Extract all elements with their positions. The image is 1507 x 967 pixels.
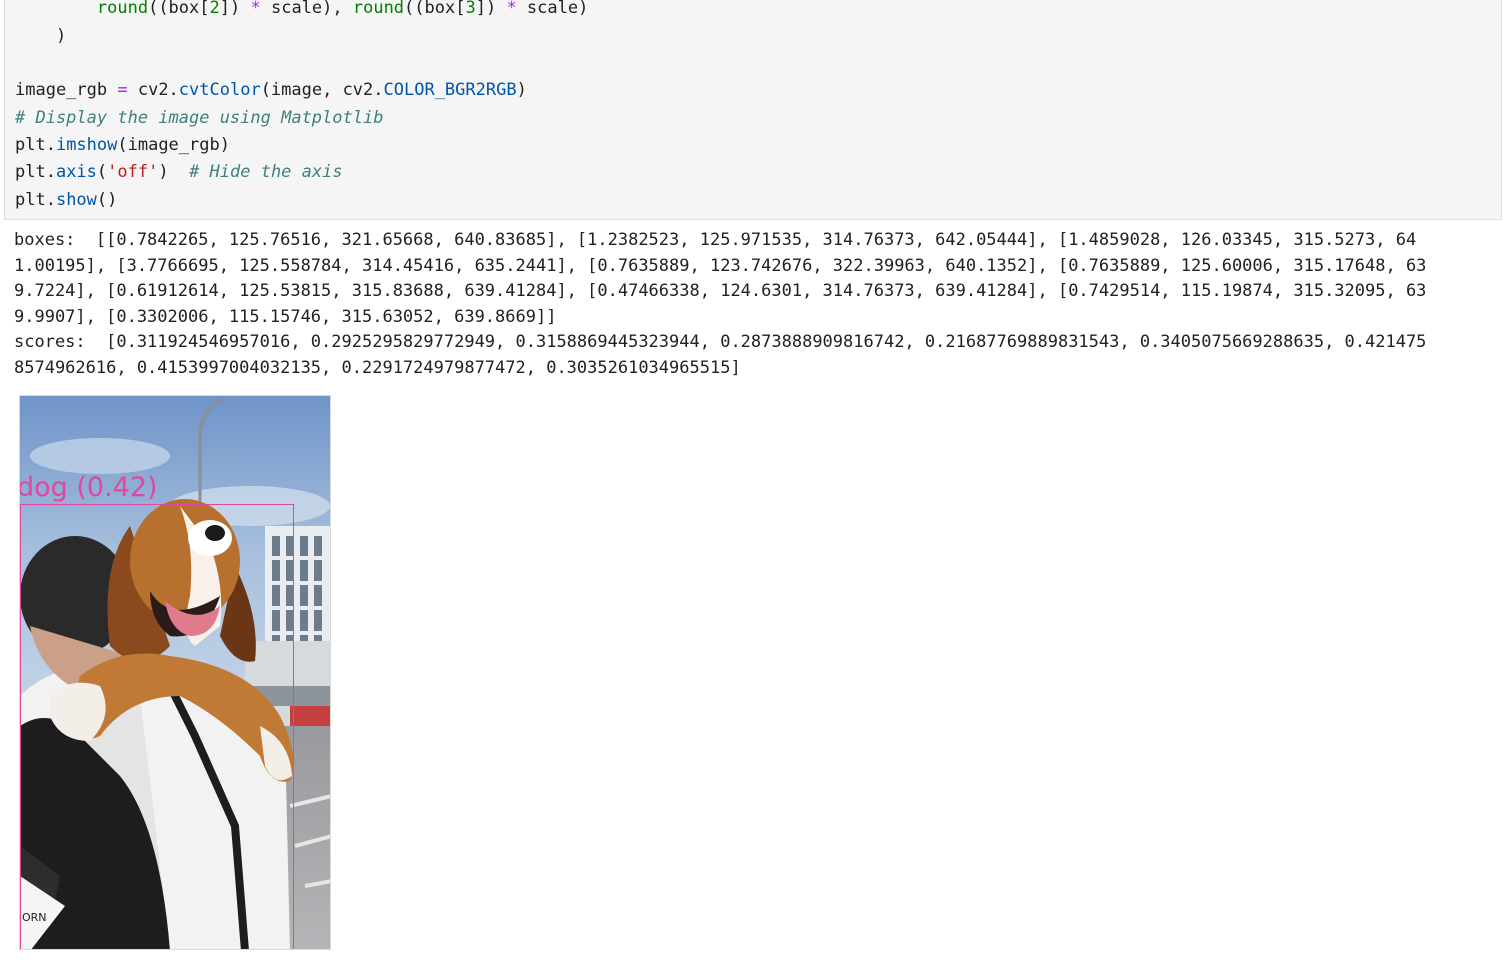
code-line: image_rgb = cv2.cvtColor(image, cv2.COLO… xyxy=(15,77,527,104)
code-token: ((box xyxy=(148,0,200,18)
code-token: plt. xyxy=(15,190,56,210)
code-token: axis xyxy=(55,162,97,182)
code-token: round xyxy=(96,0,149,18)
code-token: image_rgb xyxy=(15,80,118,100)
code-line: plt.show() xyxy=(15,187,117,214)
output-image: ORN dog (0.42) xyxy=(19,395,331,950)
output-line: 1.00195], [3.7766695, 125.558784, 314.45… xyxy=(14,255,1427,276)
detection-box xyxy=(20,504,294,949)
output-line: boxes: [[0.7842265, 125.76516, 321.65668… xyxy=(14,230,1417,250)
code-token: ((box[ xyxy=(404,0,466,18)
code-token: ]) xyxy=(219,0,251,18)
code-token: 'off' xyxy=(107,162,159,182)
code-token: = xyxy=(117,80,128,100)
code-cell[interactable]: round((box[2]) * scale), round((box[3]) … xyxy=(4,0,1502,220)
code-token: ( xyxy=(96,162,108,182)
code-token: # Display the image using Matplotlib xyxy=(15,108,384,128)
code-line: plt.axis('off') # Hide the axis xyxy=(15,159,343,186)
code-token: plt. xyxy=(15,162,56,182)
output-line: 8574962616, 0.4153997004032135, 0.229172… xyxy=(14,357,741,378)
code-token: scale), xyxy=(260,0,353,18)
code-token: 3 xyxy=(465,0,476,18)
detection-label: dog (0.42) xyxy=(19,472,158,503)
code-token: plt. xyxy=(15,135,56,155)
code-token: round xyxy=(352,0,405,18)
code-token: * xyxy=(506,0,517,18)
cell-output: boxes: [[0.7842265, 125.76516, 321.65668… xyxy=(14,228,1504,382)
code-token: (image, cv2. xyxy=(260,80,384,100)
output-line: 9.9907], [0.3302006, 115.15746, 315.6305… xyxy=(14,306,557,327)
code-line: # Display the image using Matplotlib xyxy=(15,105,383,132)
code-token: ) xyxy=(516,80,527,100)
code-token: imshow xyxy=(55,135,118,155)
code-token: ) xyxy=(158,162,190,182)
code-token: 2 xyxy=(209,0,220,18)
code-token: # Hide the axis xyxy=(189,162,343,182)
output-line: scores: [0.311924546957016, 0.2925295829… xyxy=(14,332,1427,353)
output-line: 9.7224], [0.61912614, 125.53815, 315.836… xyxy=(14,281,1427,302)
code-line: ) xyxy=(15,23,66,50)
code-token: () xyxy=(96,190,118,210)
code-token: cvtColor xyxy=(178,80,261,100)
code-token: cv2. xyxy=(127,80,179,100)
code-token: scale) xyxy=(516,0,589,18)
code-token: * xyxy=(250,0,261,18)
code-token: show xyxy=(55,190,97,210)
code-token: ]) xyxy=(475,0,507,18)
code-token: COLOR_BGR2RGB xyxy=(383,80,517,100)
code-token: ) xyxy=(55,26,67,46)
code-line: plt.imshow(image_rgb) xyxy=(15,132,230,159)
code-token: [ xyxy=(199,0,210,18)
code-token: (image_rgb) xyxy=(117,135,230,155)
code-line: round((box[2]) * scale), round((box[3]) … xyxy=(15,0,588,22)
